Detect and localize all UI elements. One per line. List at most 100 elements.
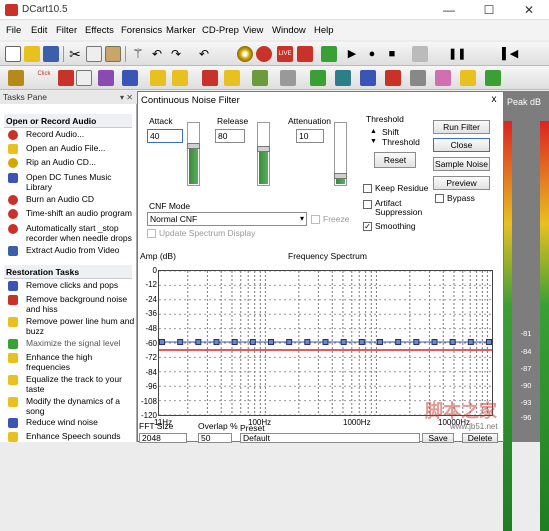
undo-dropdown-icon[interactable]: ↶: [196, 46, 212, 62]
menu-edit[interactable]: Edit: [31, 25, 47, 36]
pause-icon[interactable]: ❚❚: [448, 46, 466, 62]
open-icon[interactable]: [24, 46, 40, 62]
redo-icon[interactable]: ↷: [168, 46, 184, 62]
amp-icon[interactable]: [172, 70, 188, 86]
spectrum-plot[interactable]: [158, 270, 493, 416]
filter-curve-handle[interactable]: [395, 339, 402, 345]
attenuation-slider[interactable]: [334, 122, 347, 186]
normalize-icon[interactable]: [310, 70, 326, 86]
menu-marker[interactable]: Marker: [166, 25, 196, 36]
artifact-suppression-checkbox[interactable]: [363, 200, 372, 209]
release-input[interactable]: 80: [215, 129, 245, 143]
menu-filter[interactable]: Filter: [56, 25, 77, 36]
minimize-button[interactable]: —: [429, 0, 469, 20]
new-icon[interactable]: [5, 46, 21, 62]
filter-curve-handle[interactable]: [377, 339, 383, 345]
label-icon[interactable]: [435, 70, 451, 86]
filter-curve-handle[interactable]: [231, 339, 238, 345]
menu-view[interactable]: View: [243, 25, 263, 36]
filter-curve-handle[interactable]: [268, 339, 274, 345]
undo-icon[interactable]: ↶: [149, 46, 165, 62]
tasks-pane-buttons[interactable]: ▾ ✕: [120, 91, 133, 104]
hum-icon[interactable]: [335, 70, 351, 86]
section-restoration[interactable]: Restoration Tasks: [4, 265, 132, 279]
tools-icon[interactable]: [8, 70, 24, 86]
filter-curve-handle[interactable]: [177, 339, 184, 345]
menu-cd-prep[interactable]: CD-Prep: [202, 25, 239, 36]
attack-input[interactable]: 40: [147, 129, 183, 143]
attenuation-input[interactable]: 10: [296, 129, 324, 143]
cnf-mode-select[interactable]: Normal CNF ▾: [147, 212, 307, 226]
save-icon[interactable]: [43, 46, 59, 62]
filter-curve-handle[interactable]: [304, 339, 311, 345]
attenuation-slider-handle[interactable]: [334, 173, 347, 179]
pan-icon[interactable]: [280, 70, 296, 86]
smoothing-checkbox[interactable]: ✓: [363, 222, 372, 231]
dialog-close-icon[interactable]: x: [488, 94, 500, 106]
record-dot-icon[interactable]: ■: [384, 46, 400, 62]
menu-effects[interactable]: Effects: [85, 25, 114, 36]
broadband-icon[interactable]: [360, 70, 376, 86]
close-window-button[interactable]: ✕: [509, 0, 549, 20]
close-button[interactable]: Close: [433, 138, 490, 152]
analyzer-icon[interactable]: [98, 70, 114, 86]
filter-curve-handle[interactable]: [413, 339, 420, 345]
wave2-icon[interactable]: [485, 70, 501, 86]
live-icon[interactable]: LIVE: [277, 46, 293, 62]
menu-help[interactable]: Help: [314, 25, 334, 36]
export-icon[interactable]: [460, 70, 476, 86]
reset-button[interactable]: Reset: [374, 152, 416, 168]
cut-icon[interactable]: ✂: [67, 46, 83, 62]
stop-icon[interactable]: ●: [364, 46, 380, 62]
freeze-checkbox[interactable]: [311, 215, 320, 224]
menu-file[interactable]: File: [6, 25, 21, 36]
record-icon[interactable]: [256, 46, 272, 62]
denoise-icon[interactable]: [202, 70, 218, 86]
marker-icon[interactable]: [321, 46, 337, 62]
release-slider-handle[interactable]: [257, 146, 270, 152]
filter-curve-handle[interactable]: [486, 339, 492, 345]
shift-up-icon[interactable]: ▲: [370, 128, 377, 135]
filter-curve-handle[interactable]: [159, 339, 165, 345]
loop-icon[interactable]: [412, 46, 428, 62]
click-icon[interactable]: Click: [36, 70, 52, 86]
paste-icon[interactable]: [105, 46, 121, 62]
filter-curve-handle[interactable]: [249, 339, 256, 345]
wand-icon[interactable]: ⚚: [130, 46, 146, 62]
update-spectrum-checkbox[interactable]: [147, 229, 156, 238]
filter-curve-handle[interactable]: [467, 339, 474, 345]
run-filter-button[interactable]: Run Filter: [433, 120, 490, 134]
filter-curve-handle[interactable]: [322, 339, 329, 345]
mixer-icon[interactable]: [297, 46, 313, 62]
filter-curve-handle[interactable]: [431, 339, 438, 345]
cd-icon[interactable]: [237, 46, 253, 62]
filter-curve-handle[interactable]: [358, 339, 365, 345]
menu-window[interactable]: Window: [272, 25, 306, 36]
release-slider[interactable]: [257, 122, 270, 186]
play-icon[interactable]: ▶: [344, 46, 360, 62]
stats-icon[interactable]: [385, 70, 401, 86]
reverb-icon[interactable]: [224, 70, 240, 86]
filter-icon[interactable]: [58, 70, 74, 86]
keep-residue-checkbox[interactable]: [363, 184, 372, 193]
filter-curve-handle[interactable]: [195, 339, 202, 345]
cd-burn-icon[interactable]: [410, 70, 426, 86]
bypass-checkbox[interactable]: [435, 194, 444, 203]
eq-icon[interactable]: [150, 70, 166, 86]
shift-down-icon[interactable]: ▼: [370, 138, 377, 145]
preview-button[interactable]: Preview: [433, 176, 490, 190]
section-open-record[interactable]: Open or Record Audio: [4, 114, 132, 128]
midi-icon[interactable]: [252, 70, 268, 86]
menu-forensics[interactable]: Forensics: [121, 25, 162, 36]
copy-icon[interactable]: [86, 46, 102, 62]
sample-noise-button[interactable]: Sample Noise: [433, 157, 490, 171]
attack-slider[interactable]: [187, 122, 200, 186]
spectrum-icon[interactable]: [76, 70, 92, 86]
filter-curve-handle[interactable]: [340, 339, 347, 345]
attack-slider-handle[interactable]: [187, 143, 200, 149]
maximize-button[interactable]: ☐: [469, 0, 509, 20]
skip-start-icon[interactable]: ▌◀: [502, 46, 518, 62]
wave-icon[interactable]: [122, 70, 138, 86]
filter-curve-handle[interactable]: [286, 339, 293, 345]
filter-curve-handle[interactable]: [449, 339, 456, 345]
